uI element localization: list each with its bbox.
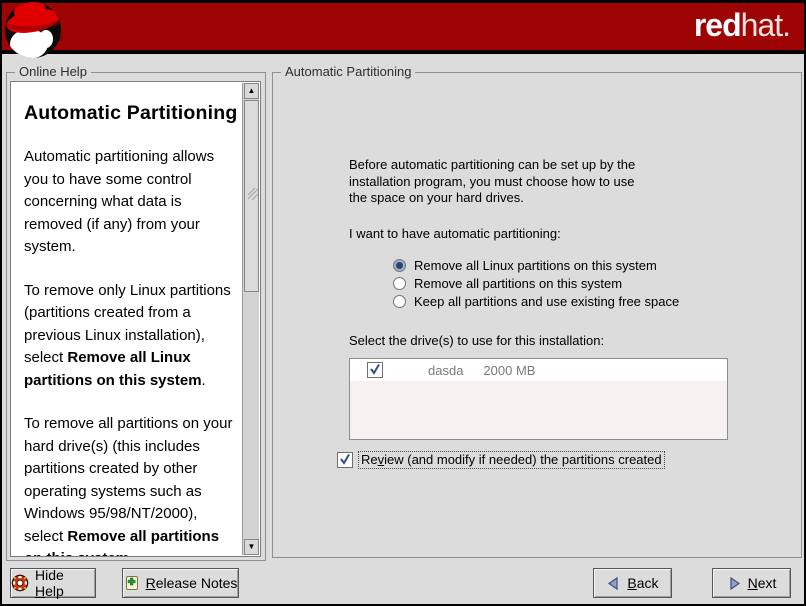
release-notes-label: Release Notes — [146, 575, 238, 591]
drive-checkbox[interactable] — [367, 362, 383, 378]
help-paragraph: To remove all partitions on your hard dr… — [24, 413, 238, 557]
help-scrollbar[interactable]: ▲ ▼ — [242, 83, 259, 555]
back-button[interactable]: Back — [593, 568, 672, 598]
drive-row[interactable]: dasda 2000 MB — [350, 359, 727, 381]
redhat-wordmark: redhat. — [694, 7, 790, 44]
scroll-up-icon[interactable]: ▲ — [244, 83, 259, 99]
review-partitions-option[interactable]: Review (and modify if needed) the partit… — [337, 451, 665, 469]
help-paragraph: Automatic partitioning allows you to hav… — [24, 146, 238, 259]
radio-label: Remove all partitions on this system — [414, 276, 622, 291]
hide-help-button[interactable]: Hide Help — [10, 568, 96, 598]
content-area: Online Help Automatic Partitioning Autom… — [2, 54, 804, 604]
automatic-partitioning-frame-label: Automatic Partitioning — [281, 64, 415, 79]
review-checkbox-label[interactable]: Review (and modify if needed) the partit… — [358, 451, 665, 469]
drive-size: 2000 MB — [483, 363, 535, 378]
arrow-left-icon — [606, 576, 621, 591]
review-checkbox[interactable] — [337, 452, 353, 468]
partitioning-prompt: I want to have automatic partitioning: — [349, 226, 561, 241]
banner: redhat. — [2, 3, 804, 50]
radio-unselected-icon[interactable] — [393, 277, 406, 290]
life-ring-help-icon — [11, 574, 29, 592]
installer-window: redhat. ® Online Help Automatic Partitio… — [0, 0, 806, 606]
online-help-panel: Online Help Automatic Partitioning Autom… — [6, 72, 266, 561]
release-notes-button[interactable]: Release Notes — [122, 568, 239, 598]
help-text: Automatic Partitioning Automatic partiti… — [11, 82, 240, 557]
radio-unselected-icon[interactable] — [393, 295, 406, 308]
registered-trademark: ® — [58, 36, 63, 43]
scrollbar-grip-icon — [247, 187, 258, 201]
wordmark-hat: hat. — [741, 7, 790, 43]
help-title: Automatic Partitioning — [24, 102, 238, 125]
radio-selected-icon[interactable] — [393, 259, 406, 272]
next-label: Next — [748, 575, 777, 591]
radio-remove-linux-partitions[interactable]: Remove all Linux partitions on this syst… — [393, 257, 657, 273]
scrollbar-thumb[interactable] — [244, 100, 259, 292]
drive-list: dasda 2000 MB — [349, 358, 728, 440]
automatic-partitioning-panel: Automatic Partitioning Before automatic … — [272, 72, 802, 558]
redhat-shadowman-logo-icon — [3, 1, 65, 67]
radio-remove-all-partitions[interactable]: Remove all partitions on this system — [393, 275, 622, 291]
radio-keep-all-partitions[interactable]: Keep all partitions and use existing fre… — [393, 293, 679, 309]
drive-select-label: Select the drive(s) to use for this inst… — [349, 333, 604, 348]
help-paragraph: To remove only Linux partitions (partiti… — [24, 280, 238, 393]
drive-name: dasda — [428, 363, 463, 378]
scroll-down-icon[interactable]: ▼ — [244, 539, 259, 555]
help-viewport: Automatic Partitioning Automatic partiti… — [10, 81, 261, 557]
radio-label: Keep all partitions and use existing fre… — [414, 294, 679, 309]
notes-page-icon — [124, 575, 140, 591]
arrow-right-icon — [727, 576, 742, 591]
hide-help-label: Hide Help — [35, 567, 95, 599]
next-button[interactable]: Next — [712, 568, 791, 598]
intro-text: Before automatic partitioning can be set… — [349, 157, 635, 207]
radio-label: Remove all Linux partitions on this syst… — [414, 258, 657, 273]
back-label: Back — [627, 575, 658, 591]
wordmark-red: red — [694, 7, 741, 43]
